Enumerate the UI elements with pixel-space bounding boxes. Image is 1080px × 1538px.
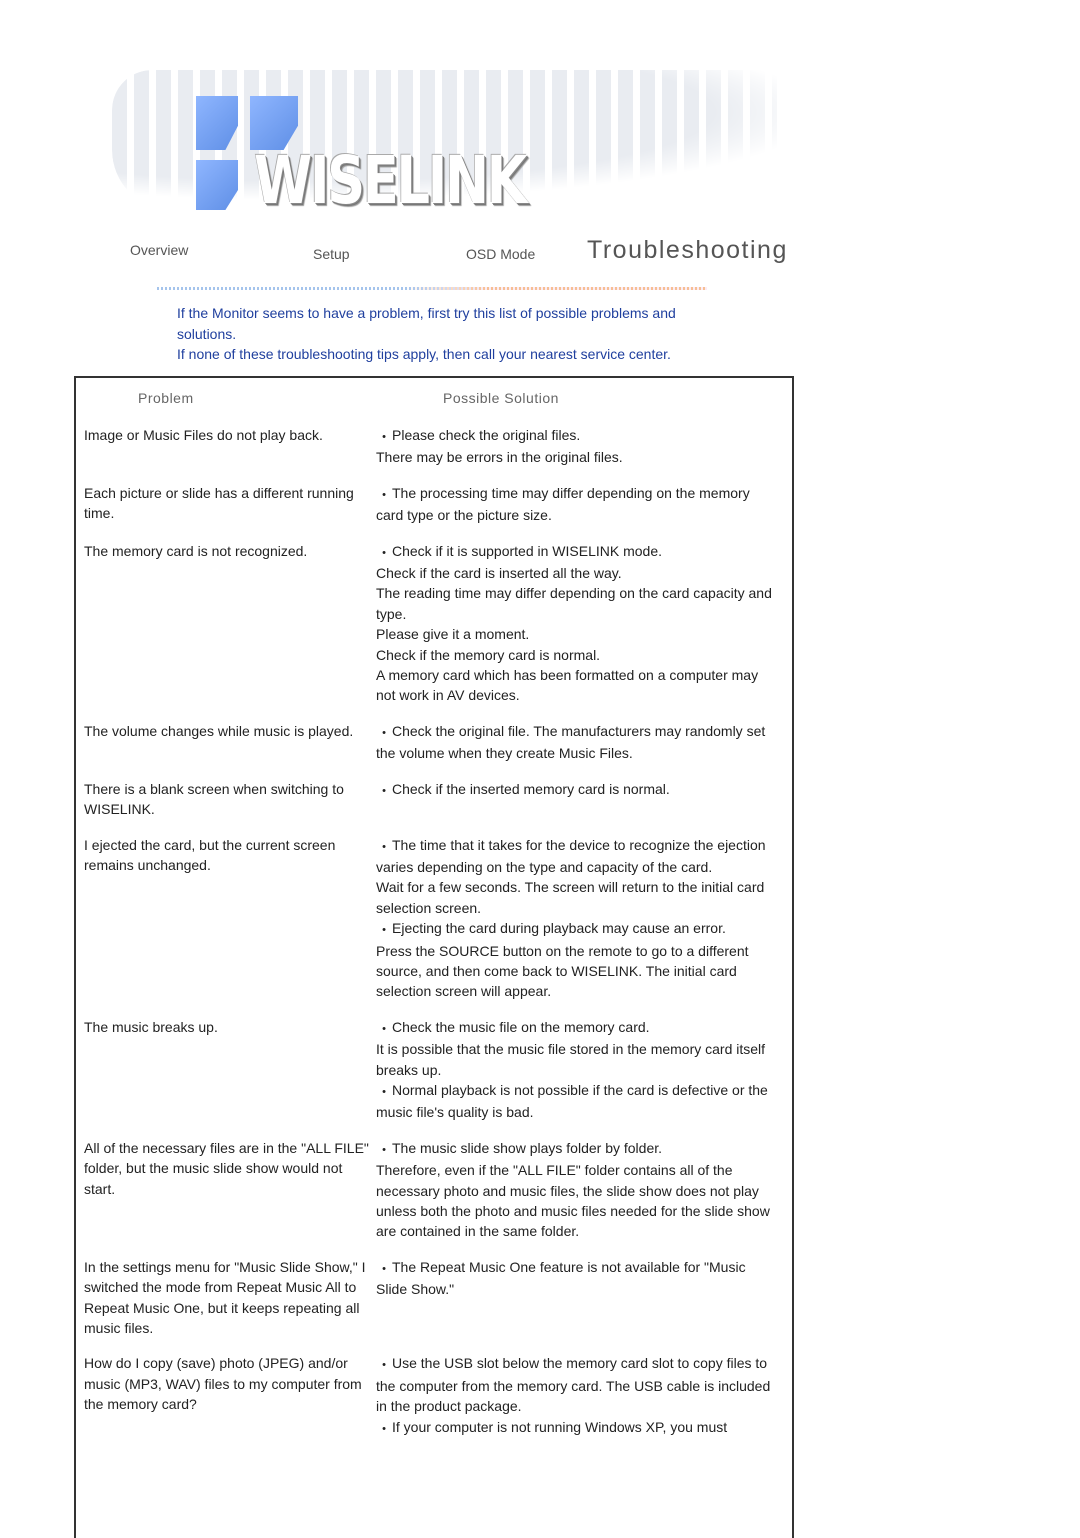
bulleted-solution-line: Please check the original files. <box>376 425 778 447</box>
solution-line: The reading time may differ depending on… <box>376 583 778 624</box>
table-row: I ejected the card, but the current scre… <box>84 835 784 1002</box>
problem-cell: Image or Music Files do not play back. <box>84 427 323 443</box>
solution-text: Please give it a moment. <box>376 626 530 643</box>
bulleted-solution-line: The processing time may differ depending… <box>376 483 778 526</box>
solution-line: A memory card which has been formatted o… <box>376 665 778 706</box>
bulleted-solution-line: Use the USB slot below the memory card s… <box>376 1353 778 1416</box>
bulleted-solution-line: If your computer is not running Windows … <box>376 1417 778 1439</box>
intro-text: If the Monitor seems to have a problem, … <box>177 303 737 365</box>
solution-text: It is possible that the music file store… <box>376 1041 766 1078</box>
bulleted-solution-line: Normal playback is not possible if the c… <box>376 1080 778 1123</box>
table-row: The volume changes while music is played… <box>84 721 784 764</box>
nav-overview[interactable]: Overview <box>130 242 188 258</box>
solution-text: Therefore, even if the "ALL FILE" folder… <box>376 1162 770 1240</box>
solution-cell: The Repeat Music One feature is not avai… <box>376 1257 778 1339</box>
solution-line: Check if the card is inserted all the wa… <box>376 563 778 583</box>
solution-line: There may be errors in the original file… <box>376 447 778 467</box>
solution-line: Please give it a moment. <box>376 624 778 644</box>
solution-text: Check if the memory card is normal. <box>376 646 601 663</box>
solution-text: There may be errors in the original file… <box>376 449 623 466</box>
problem-cell: Each picture or slide has a different ru… <box>84 484 354 522</box>
bulleted-solution-line: Check the original file. The manufacture… <box>376 721 778 764</box>
table-row: Image or Music Files do not play back. Pl… <box>84 425 784 468</box>
problem-cell: In the settings menu for "Music Slide Sh… <box>84 1258 366 1337</box>
table-row: Each picture or slide has a different ru… <box>84 483 784 526</box>
bulleted-solution-line: Ejecting the card during playback may ca… <box>376 918 778 940</box>
solution-text: The Repeat Music One feature is not avai… <box>376 1258 746 1298</box>
solution-text: Check the music file on the memory card. <box>392 1018 650 1035</box>
bulleted-solution-line: The Repeat Music One feature is not avai… <box>376 1257 778 1300</box>
solution-line: Press the SOURCE button on the remote to… <box>376 941 778 1002</box>
solution-text: Check if it is supported in WISELINK mod… <box>392 542 662 559</box>
solution-text: The time that it takes for the device to… <box>376 836 766 875</box>
bulleted-solution-line: The music slide show plays folder by fol… <box>376 1138 778 1160</box>
solution-line: Wait for a few seconds. The screen will … <box>376 877 778 918</box>
table-row: The music breaks up. Check the music file… <box>84 1017 784 1123</box>
solution-text: A memory card which has been formatted o… <box>376 667 759 704</box>
problem-cell: How do I copy (save) photo (JPEG) and/or… <box>84 1355 362 1413</box>
troubleshooting-table: Problem Possible Solution Image or Music… <box>74 376 794 1538</box>
solution-cell: The time that it takes for the device to… <box>376 835 778 1002</box>
solution-line: Check if the memory card is normal. <box>376 645 778 665</box>
solution-cell: The processing time may differ depending… <box>376 483 778 526</box>
solution-text: Ejecting the card during playback may ca… <box>392 920 726 937</box>
problem-cell: There is a blank screen when switching t… <box>84 780 344 818</box>
intro-line: If none of these troubleshooting tips ap… <box>177 346 671 362</box>
solution-cell: Check the music file on the memory card.… <box>376 1017 778 1123</box>
solution-text: The reading time may differ depending on… <box>376 585 772 622</box>
solution-text: If your computer is not running Windows … <box>392 1418 728 1435</box>
problem-cell: I ejected the card, but the current scre… <box>84 836 336 873</box>
bulleted-solution-line: Check the music file on the memory card. <box>376 1017 778 1039</box>
wiselink-logo: WISELINK <box>112 70 777 214</box>
table-row: In the settings menu for "Music Slide Sh… <box>84 1257 784 1339</box>
solution-cell: The music slide show plays folder by fol… <box>376 1138 778 1242</box>
table-rows: Image or Music Files do not play back. Pl… <box>84 425 784 1454</box>
nav-osd-mode[interactable]: OSD Mode <box>466 246 535 262</box>
solution-text: The processing time may differ depending… <box>376 484 750 524</box>
solution-text: Check the original file. The manufacture… <box>376 722 766 762</box>
column-header-solution: Possible Solution <box>443 390 559 406</box>
problem-cell: All of the necessary files are in the "A… <box>84 1139 369 1197</box>
column-header-problem: Problem <box>138 390 194 406</box>
solution-text: Please check the original files. <box>392 427 581 443</box>
solution-text: The music slide show plays folder by fol… <box>392 1139 663 1156</box>
solution-line: Therefore, even if the "ALL FILE" folder… <box>376 1160 778 1242</box>
table-row: The memory card is not recognized. Check … <box>84 541 784 706</box>
problem-cell: The volume changes while music is played… <box>84 722 354 739</box>
solution-text: Normal playback is not possible if the c… <box>376 1081 768 1121</box>
table-row: All of the necessary files are in the "A… <box>84 1138 784 1242</box>
problem-cell: The memory card is not recognized. <box>84 542 308 559</box>
logo-text: WISELINK <box>254 142 528 219</box>
solution-text: Use the USB slot below the memory card s… <box>376 1355 771 1415</box>
section-nav: Overview Setup OSD Mode Troubleshooting <box>0 236 1080 276</box>
bulleted-solution-line: Check if it is supported in WISELINK mod… <box>376 541 778 563</box>
solution-text: Check if the inserted memory card is nor… <box>392 780 670 797</box>
bulleted-solution-line: Check if the inserted memory card is nor… <box>376 779 778 801</box>
solution-text: Press the SOURCE button on the remote to… <box>376 942 749 1000</box>
solution-cell: Use the USB slot below the memory card s… <box>376 1353 778 1439</box>
nav-setup[interactable]: Setup <box>313 246 350 262</box>
dotted-divider <box>157 287 707 290</box>
solution-text: Check if the card is inserted all the wa… <box>376 565 622 582</box>
solution-line: It is possible that the music file store… <box>376 1039 778 1080</box>
solution-text: Wait for a few seconds. The screen will … <box>376 879 765 916</box>
bulleted-solution-line: The time that it takes for the device to… <box>376 835 778 878</box>
solution-cell: Check if the inserted memory card is nor… <box>376 779 778 820</box>
solution-cell: Check if it is supported in WISELINK mod… <box>376 541 778 706</box>
problem-cell: The music breaks up. <box>84 1018 218 1035</box>
nav-troubleshooting[interactable]: Troubleshooting <box>587 236 788 265</box>
solution-cell: Check the original file. The manufacture… <box>376 721 778 764</box>
solution-cell: Please check the original files. There ma… <box>376 425 778 468</box>
table-row: There is a blank screen when switching t… <box>84 779 784 820</box>
intro-line: If the Monitor seems to have a problem, … <box>177 305 676 342</box>
table-row: How do I copy (save) photo (JPEG) and/or… <box>84 1353 784 1439</box>
